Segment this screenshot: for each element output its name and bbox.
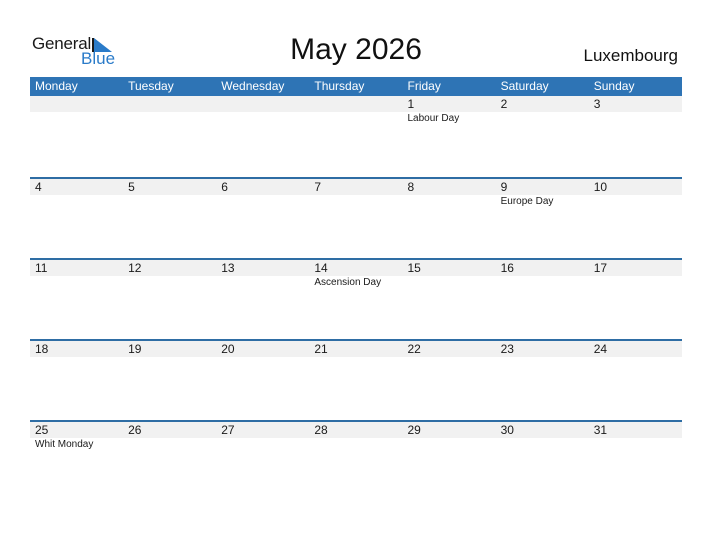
day-cell: 3 (589, 96, 682, 126)
holiday-label: Ascension Day (314, 277, 382, 288)
day-number: 2 (500, 97, 508, 111)
day-number: 18 (35, 342, 49, 356)
day-cell: 4 (30, 179, 123, 209)
day-number: 20 (221, 342, 235, 356)
day-number: 15 (407, 261, 421, 275)
week-row: 18 19 20 21 22 23 24 (30, 339, 682, 420)
day-cell: 22 (403, 341, 496, 357)
day-cell: 25 Whit Monday (30, 422, 123, 452)
week-row: 4 5 6 7 8 9 Europe Day 10 (30, 177, 682, 258)
holiday-label: Europe Day (500, 196, 554, 207)
day-number: 27 (221, 423, 235, 437)
day-cell: 16 (496, 260, 589, 290)
week-row: 25 Whit Monday 26 27 28 29 30 31 (30, 420, 682, 501)
weekday-sunday: Sunday (593, 79, 635, 93)
day-cell: 5 (123, 179, 216, 209)
day-number: 22 (407, 342, 421, 356)
day-number: 29 (407, 423, 421, 437)
day-number: 13 (221, 261, 235, 275)
day-cell: 1 Labour Day (403, 96, 496, 126)
day-number: 19 (128, 342, 142, 356)
week-row: 1 Labour Day 2 3 (30, 96, 682, 177)
day-number (35, 96, 123, 112)
day-cell (123, 96, 216, 126)
day-number (128, 96, 216, 112)
day-number: 7 (314, 180, 322, 194)
day-cell: 20 (216, 341, 309, 357)
day-cell: 29 (403, 422, 496, 452)
day-cell: 9 Europe Day (496, 179, 589, 209)
calendar-grid: Monday Tuesday Wednesday Thursday Friday Satu… (30, 77, 682, 501)
day-number: 9 (500, 180, 508, 194)
country-label: Luxembourg (583, 46, 678, 65)
day-number: 26 (128, 423, 142, 437)
day-number: 11 (35, 261, 48, 275)
day-cell (216, 96, 309, 126)
day-number: 1 (407, 97, 415, 111)
day-number: 6 (221, 180, 228, 194)
day-number: 16 (500, 261, 514, 275)
day-cell: 17 (589, 260, 682, 290)
weekday-wednesday: Wednesday (221, 79, 285, 93)
day-number: 24 (593, 342, 608, 356)
weekday-friday: Friday (407, 79, 441, 93)
weekday-header: Monday Tuesday Wednesday Thursday Friday Satu… (30, 77, 682, 96)
day-number: 3 (593, 97, 601, 111)
weekday-monday: Monday (35, 79, 78, 93)
day-number: 28 (314, 423, 328, 437)
day-number: 17 (593, 261, 608, 275)
day-number (314, 96, 402, 112)
day-cell (309, 96, 402, 126)
day-number: 8 (407, 180, 415, 194)
day-cell: 7 (309, 179, 402, 209)
day-cell (30, 96, 123, 126)
day-cell: 10 (589, 179, 682, 209)
day-cell: 12 (123, 260, 216, 290)
day-cell: 30 (496, 422, 589, 452)
day-number: 21 (314, 342, 328, 356)
day-cell: 31 (589, 422, 682, 452)
day-cell: 14 Ascension Day (309, 260, 402, 290)
day-number: 4 (35, 180, 42, 194)
holiday-label: Whit Monday (35, 439, 94, 450)
day-cell: 8 (403, 179, 496, 209)
holiday-label: Labour Day (407, 113, 460, 124)
day-cell: 19 (123, 341, 216, 357)
weekday-saturday: Saturday (500, 79, 549, 93)
day-number: 12 (128, 261, 142, 275)
weekday-thursday: Thursday (314, 79, 365, 93)
day-number: 23 (500, 342, 514, 356)
day-cell: 23 (496, 341, 589, 357)
day-cell: 24 (589, 341, 682, 357)
day-cell: 13 (216, 260, 309, 290)
week-row: 11 12 13 14 Ascension Day 15 16 17 (30, 258, 682, 339)
day-cell: 6 (216, 179, 309, 209)
day-number: 5 (128, 180, 135, 194)
day-number (221, 96, 309, 112)
day-cell: 18 (30, 341, 123, 357)
day-number: 14 (314, 261, 328, 275)
day-cell: 15 (403, 260, 496, 290)
day-cell: 2 (496, 96, 589, 126)
day-cell: 11 (30, 260, 123, 290)
day-cell: 21 (309, 341, 402, 357)
day-cell: 26 (123, 422, 216, 452)
day-number: 25 (35, 423, 49, 437)
day-cell: 28 (309, 422, 402, 452)
day-number: 31 (593, 423, 608, 437)
day-cell: 27 (216, 422, 309, 452)
day-number: 30 (500, 423, 514, 437)
day-number: 10 (593, 180, 608, 194)
weekday-tuesday: Tuesday (128, 79, 174, 93)
